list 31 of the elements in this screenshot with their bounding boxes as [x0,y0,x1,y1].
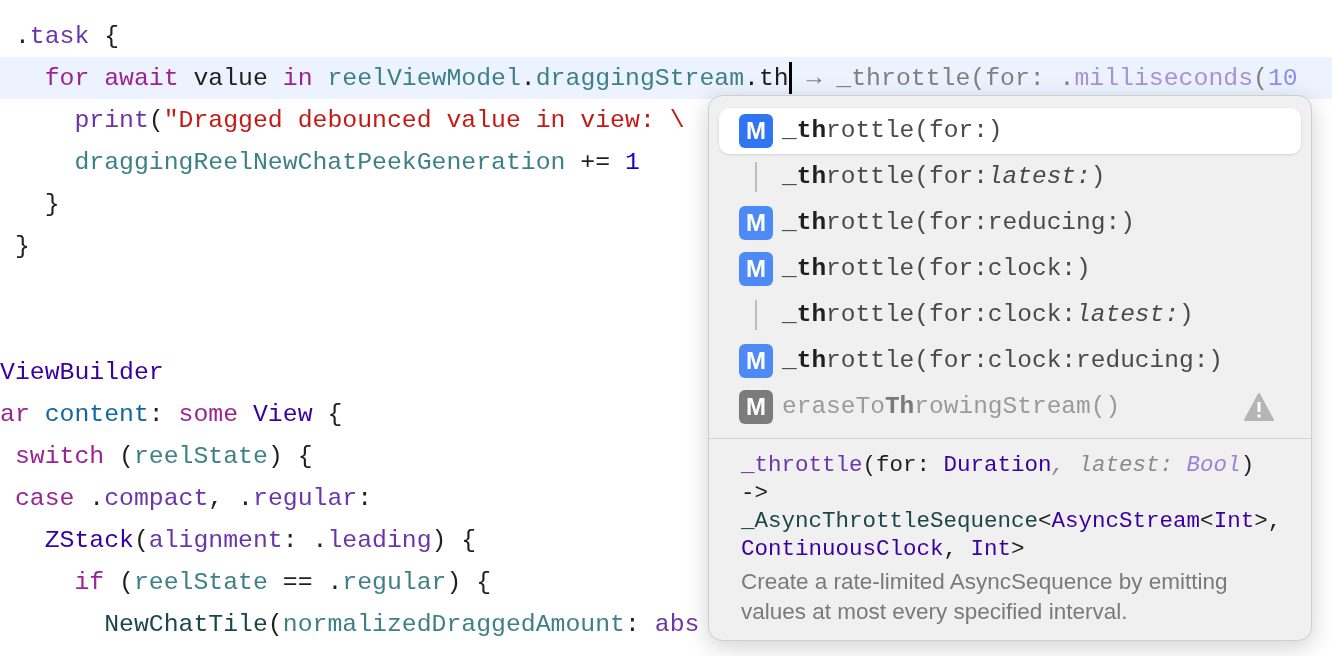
code-line: draggingReelNewChatPeekGeneration += 1 [73,147,640,178]
signature-line: -> [741,479,769,507]
code-line: for await value in reelViewModel.draggingStream.th [43,63,789,94]
code-line: if (reelState == .regular) { [73,567,492,598]
method-icon: M [739,252,773,286]
completion-item[interactable]: M _throttle(for:) [719,108,1301,154]
code-line: } [43,189,60,220]
code-line: NewChatTile(normalizedDraggedAmount: abs [103,609,700,640]
method-icon: M [739,206,773,240]
method-icon: M [739,114,773,148]
code-line: print("Dragged debounced value in view: \ [73,105,685,136]
inline-suggestion: → _throttle(for: .milliseconds(10 [805,63,1298,94]
signature-line: _AsyncThrottleSequence<AsyncStream<Int>, [741,507,1283,535]
method-icon: M [739,344,773,378]
completion-item[interactable]: M _throttle(for:reducing:) [719,200,1301,246]
code-line: ar content: some View { [0,399,343,430]
completion-item[interactable]: _throttle(for:latest:) [719,154,1301,200]
code-line: } [13,231,30,262]
completion-item[interactable]: M _throttle(for:clock:) [719,246,1301,292]
warning-icon [1243,392,1275,422]
code-line: .task { [13,21,120,52]
code-line: ZStack(alignment: .leading) { [43,525,477,556]
description-text: Create a rate-limited AsyncSequence by emitting values at most every specified interval. [741,568,1229,626]
completion-item[interactable]: M _throttle(for:clock:reducing:) [719,338,1301,384]
code-line: switch (reelState) { [13,441,313,472]
signature-line: _throttle(for: Duration, latest: Bool) [741,451,1256,479]
completion-item[interactable]: _throttle(for:clock:latest:) [719,292,1301,338]
code-line: ViewBuilder [0,357,164,388]
signature-line: ContinuousClock, Int> [741,535,1026,563]
method-icon: M [739,390,773,424]
code-line: case .compact, .regular: [13,483,373,514]
